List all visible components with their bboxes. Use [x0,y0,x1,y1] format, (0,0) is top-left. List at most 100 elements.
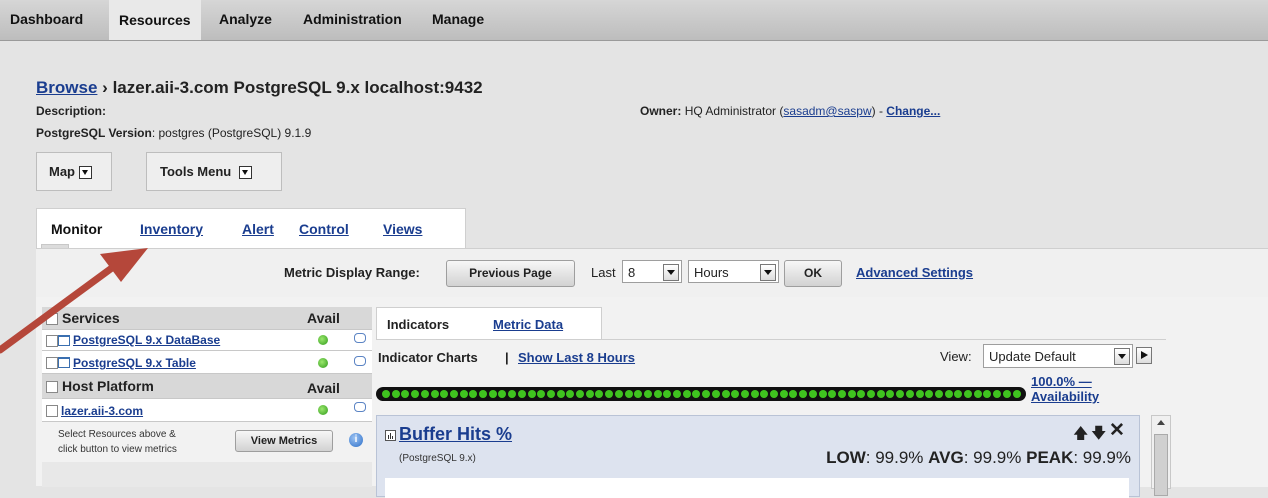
availability-dot [634,390,643,398]
availability-dot [750,390,759,398]
tab-alert[interactable]: Alert [242,221,274,237]
metric-range-label: Metric Display Range: [284,265,420,280]
availability-dot [770,390,778,398]
comment-icon[interactable] [354,356,366,366]
move-up-icon[interactable]: 🡅 [1073,423,1088,448]
nav-resources[interactable]: Resources [109,0,201,40]
comment-icon[interactable] [354,333,366,343]
host-platform-header: Host Platform Avail [42,374,372,399]
advanced-settings-link[interactable]: Advanced Settings [856,265,973,280]
availability-dot [721,390,730,398]
time-unit-value: Hours [694,265,729,280]
row-checkbox[interactable] [46,405,58,417]
metric-range-bar: Metric Display Range: Previous Page Last… [36,249,1268,297]
availability-dot [915,390,924,398]
row-checkbox[interactable] [46,357,58,369]
host-header-label: Host Platform [62,378,154,394]
tab-monitor[interactable]: Monitor [51,221,102,237]
availability-dot [1012,390,1021,398]
availability-dot [440,390,449,398]
list-item: PostgreSQL 9.x DataBase [42,330,372,351]
owner-email-link[interactable]: sasadm@saspw [783,104,871,118]
tools-menu-button[interactable]: Tools Menu [146,152,282,191]
service-link[interactable]: PostgreSQL 9.x Table [73,356,196,370]
play-button[interactable] [1136,347,1152,364]
availability-dot [925,390,934,398]
move-down-icon[interactable]: 🡇 [1091,423,1106,448]
availability-dot [614,390,623,398]
description-label: Description: [36,104,107,118]
availability-link[interactable]: 100.0% — Availability [1031,374,1099,404]
availability-label: Availability [1031,389,1100,404]
availability-dot [808,390,817,398]
browse-link[interactable]: Browse [36,78,97,97]
chart-plot-area [385,478,1129,498]
availability-dot [469,390,478,398]
availability-dot [847,390,856,398]
available-icon [318,405,328,415]
availability-dot [944,390,953,398]
ok-button[interactable]: OK [784,260,842,287]
select-all-services-checkbox[interactable] [46,313,58,325]
scroll-up-icon[interactable] [1157,420,1165,425]
indicator-tabs: Indicators Metric Data [376,307,602,340]
availability-dot [605,390,614,398]
folder-icon [58,357,70,368]
chart-subtitle: (PostgreSQL 9.x) [399,453,476,464]
time-unit-select[interactable]: Hours [688,260,779,283]
map-label: Map [49,164,75,179]
availability-dot [508,390,517,398]
last-count-select[interactable]: 8 [622,260,682,283]
tab-indicators[interactable]: Indicators [387,317,449,332]
version-label: PostgreSQL Version [36,126,152,140]
tools-menu-label: Tools Menu [160,164,232,179]
availability-dot [420,390,429,398]
availability-dot [964,390,972,398]
show-last-hours-link[interactable]: Show Last 8 Hours [518,350,635,365]
map-menu-button[interactable]: Map [36,152,112,191]
host-link[interactable]: lazer.aii-3.com [61,404,143,418]
availability-dot [740,390,749,398]
tab-inventory[interactable]: Inventory [140,221,203,237]
previous-page-button[interactable]: Previous Page [446,260,575,287]
availability-dot [692,390,701,398]
availability-dot [954,390,963,398]
tab-control[interactable]: Control [299,221,349,237]
availability-dot [537,390,546,398]
close-icon[interactable]: ✕ [1109,419,1125,442]
availability-dot [731,390,740,398]
availability-dot [459,390,468,398]
chart-icon [385,430,396,441]
peak-label: PEAK [1026,448,1074,467]
tab-views[interactable]: Views [383,221,422,237]
chart-scrollbar[interactable] [1151,415,1171,496]
services-header: Services Avail [42,307,372,330]
service-link[interactable]: PostgreSQL 9.x DataBase [73,333,220,347]
view-metrics-button[interactable]: View Metrics [235,430,333,452]
availability-dot [643,390,652,398]
view-select[interactable]: Update Default [983,344,1133,368]
change-owner-link[interactable]: Change... [886,104,940,118]
row-checkbox[interactable] [46,335,58,347]
info-icon[interactable]: i [349,433,363,447]
tab-metric-data[interactable]: Metric Data [493,317,563,332]
availability-dot [673,390,681,398]
select-all-hosts-checkbox[interactable] [46,381,58,393]
nav-administration[interactable]: Administration [303,11,402,27]
view-metrics-area: Select Resources above & click button to… [42,422,372,462]
availability-dot [779,390,788,398]
chart-title-link[interactable]: Buffer Hits % [399,424,512,445]
nav-manage[interactable]: Manage [432,11,484,27]
chevron-down-icon [663,264,679,281]
resource-tabs: Monitor Inventory Alert Control Views [36,208,466,250]
availability-dot [566,390,575,398]
availability-dot [789,390,798,398]
nav-dashboard[interactable]: Dashboard [10,11,83,27]
comment-icon[interactable] [354,402,366,412]
nav-analyze[interactable]: Analyze [219,11,272,27]
view-label: View: [940,349,972,364]
availability-dot [585,390,594,398]
breadcrumb: Browse › lazer.aii-3.com PostgreSQL 9.x … [36,78,483,98]
scrollbar-thumb[interactable] [1154,434,1168,496]
availability-dot [905,390,914,398]
